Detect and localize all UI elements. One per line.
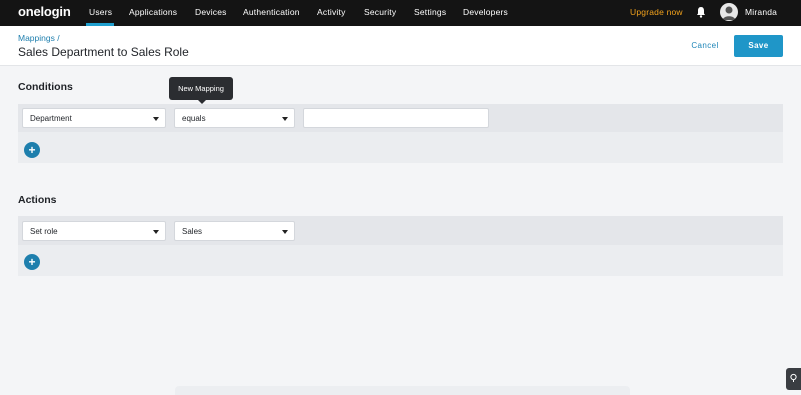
breadcrumb-mappings[interactable]: Mappings /	[18, 33, 60, 43]
condition-operator-select[interactable]: equals	[174, 108, 295, 128]
page-title: Sales Department to Sales Role	[18, 45, 189, 59]
chevron-down-icon	[153, 117, 159, 121]
nav-applications[interactable]: Applications	[129, 7, 177, 17]
user-icon	[722, 6, 736, 20]
condition-field-select[interactable]: Department	[22, 108, 166, 128]
bell-icon[interactable]	[696, 6, 706, 18]
chevron-down-icon	[282, 117, 288, 121]
add-action-button[interactable]: +	[24, 254, 40, 270]
plus-icon: +	[28, 143, 36, 157]
save-button[interactable]: Save	[734, 35, 783, 57]
action-role-select[interactable]: Sales	[174, 221, 295, 241]
nav-users[interactable]: Users	[89, 7, 112, 17]
cancel-button[interactable]: Cancel	[683, 36, 727, 56]
condition-operator-value: equals	[182, 114, 206, 123]
nav-settings[interactable]: Settings	[414, 7, 446, 17]
lightbulb-icon	[790, 373, 797, 382]
footer-bar	[175, 386, 630, 395]
actions-title: Actions	[18, 194, 57, 206]
add-condition-button[interactable]: +	[24, 142, 40, 158]
tooltip-arrow	[198, 100, 206, 104]
page-header: Mappings / Sales Department to Sales Rol…	[0, 26, 801, 66]
top-nav: onelogin Users Applications Devices Auth…	[0, 0, 801, 26]
chevron-down-icon	[153, 230, 159, 234]
nav-authentication[interactable]: Authentication	[243, 7, 300, 17]
conditions-title: Conditions	[18, 81, 73, 93]
nav-developers[interactable]: Developers	[463, 7, 508, 17]
plus-icon: +	[28, 255, 36, 269]
new-mapping-tooltip: New Mapping	[169, 77, 233, 100]
action-type-select[interactable]: Set role	[22, 221, 166, 241]
action-type-value: Set role	[30, 227, 58, 236]
upgrade-now-link[interactable]: Upgrade now	[630, 7, 683, 17]
condition-value-input[interactable]	[303, 108, 489, 128]
nav-devices[interactable]: Devices	[195, 7, 227, 17]
avatar[interactable]	[720, 3, 738, 21]
help-button[interactable]	[786, 368, 801, 390]
condition-field-value: Department	[30, 114, 72, 123]
user-name[interactable]: Miranda	[745, 7, 777, 17]
nav-activity[interactable]: Activity	[317, 7, 346, 17]
chevron-down-icon	[282, 230, 288, 234]
action-role-value: Sales	[182, 227, 203, 236]
onelogin-logo[interactable]: onelogin	[18, 4, 71, 19]
nav-security[interactable]: Security	[364, 7, 396, 17]
